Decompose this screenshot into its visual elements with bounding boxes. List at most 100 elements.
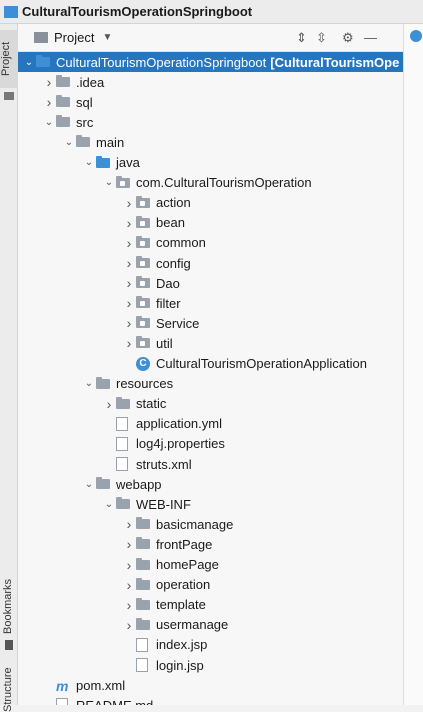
tree-row[interactable]: › Service (18, 313, 403, 333)
tree-row[interactable]: › util (18, 333, 403, 353)
chevron-right-icon[interactable]: › (42, 74, 56, 90)
chevron-right-icon[interactable]: › (122, 315, 136, 331)
chevron-right-icon[interactable]: › (122, 516, 136, 532)
source-folder-icon (96, 155, 112, 170)
tree-item-label: struts.xml (136, 456, 192, 472)
maven-file-icon: m (56, 678, 69, 695)
tool-tab-project[interactable]: Project (0, 30, 18, 88)
tree-row[interactable]: › template (18, 595, 403, 615)
tree-item-label: WEB-INF (136, 496, 191, 512)
tree-row[interactable]: › Dao (18, 273, 403, 293)
chevron-down-icon[interactable]: ▼ (102, 32, 112, 43)
minimize-icon[interactable]: — (364, 30, 377, 45)
tree-row[interactable]: ⌄ WEB-INF (18, 494, 403, 514)
chevron-down-icon[interactable]: ⌄ (82, 479, 96, 490)
tree-row[interactable]: › sql (18, 92, 403, 112)
folder-icon (56, 115, 72, 129)
markdown-file-icon (56, 698, 72, 705)
folder-icon (4, 92, 14, 100)
tree-item-label: com.CulturalTourismOperation (136, 175, 312, 191)
tree-item-label: CulturalTourismOperationSpringboot (56, 54, 267, 70)
jsp-file-icon (136, 658, 152, 672)
tree-row[interactable]: struts.xml (18, 454, 403, 474)
spring-class-icon: C (136, 356, 152, 371)
chevron-right-icon[interactable]: › (122, 536, 136, 552)
folder-icon (136, 557, 152, 572)
tree-row[interactable]: ⌄ src (18, 112, 403, 132)
tree-row[interactable]: ⌄ com.CulturalTourismOperation (18, 173, 403, 193)
folder-icon (136, 597, 152, 612)
project-panel-header: Project ▼ ⇕ ⇳ ⚙ — (18, 24, 403, 52)
chevron-down-icon[interactable]: ⌄ (42, 117, 56, 128)
tree-row[interactable]: › bean (18, 213, 403, 233)
chevron-down-icon[interactable]: ⌄ (22, 57, 36, 68)
chevron-down-icon[interactable]: ⌄ (82, 157, 96, 168)
expand-all-icon[interactable]: ⇕ (296, 30, 307, 46)
chevron-down-icon[interactable]: ⌄ (62, 137, 76, 148)
resources-folder-icon (96, 376, 112, 391)
tree-row[interactable]: › common (18, 233, 403, 253)
tree-item-label: index.jsp (156, 637, 208, 653)
chevron-down-icon[interactable]: ⌄ (102, 177, 116, 188)
folder-icon (76, 135, 92, 149)
tool-tab-bookmarks[interactable]: Bookmarks (2, 564, 14, 634)
package-icon (136, 235, 152, 250)
tree-item-label: resources (116, 376, 174, 392)
tree-row[interactable]: index.jsp (18, 635, 403, 655)
tree-row[interactable]: › static (18, 394, 403, 414)
tree-row[interactable]: login.jsp (18, 655, 403, 675)
chevron-right-icon[interactable]: › (122, 557, 136, 573)
chevron-right-icon[interactable]: › (122, 295, 136, 311)
package-icon (116, 175, 132, 190)
tree-item-label: action (156, 195, 191, 211)
chevron-right-icon[interactable]: › (122, 335, 136, 351)
chevron-right-icon[interactable]: › (122, 597, 136, 613)
tree-item-label: Dao (156, 275, 180, 291)
chevron-right-icon[interactable]: › (42, 94, 56, 110)
tool-tab-structure[interactable]: Structure (2, 652, 14, 712)
chevron-down-icon[interactable]: ⌄ (82, 378, 96, 389)
tree-row[interactable]: README.md (18, 695, 403, 705)
tree-row[interactable]: m pom.xml (18, 675, 403, 695)
tree-row[interactable]: ⌄ CulturalTourismOperationSpringboot [Cult… (18, 52, 403, 72)
gear-icon[interactable]: ⚙ (342, 30, 354, 46)
project-icon (4, 5, 18, 18)
chevron-right-icon[interactable]: › (122, 577, 136, 593)
tree-row[interactable]: › filter (18, 293, 403, 313)
chevron-right-icon[interactable]: › (122, 195, 136, 211)
tree-row[interactable]: › frontPage (18, 534, 403, 554)
chevron-right-icon[interactable]: › (122, 215, 136, 231)
package-icon (136, 296, 152, 310)
folder-icon (96, 477, 112, 491)
tree-row[interactable]: › basicmanage (18, 514, 403, 534)
tree-row[interactable]: › action (18, 193, 403, 213)
tree-row[interactable]: ⌄ resources (18, 374, 403, 394)
project-panel: Project ▼ ⇕ ⇳ ⚙ — ⌄ CulturalTourismOperat… (18, 24, 403, 705)
tree-item-label: main (96, 134, 125, 150)
folder-icon (56, 75, 72, 89)
project-tree: ⌄ CulturalTourismOperationSpringboot [Cult… (18, 52, 403, 705)
tree-row[interactable]: log4j.properties (18, 434, 403, 454)
chevron-right-icon[interactable]: › (122, 617, 136, 633)
chevron-right-icon[interactable]: › (102, 396, 116, 412)
tree-row[interactable]: C CulturalTourismOperationApplication (18, 354, 403, 374)
class-icon[interactable] (410, 30, 422, 42)
left-tool-strip: Project Bookmarks Structure (0, 24, 18, 712)
chevron-right-icon[interactable]: › (122, 275, 136, 291)
chevron-right-icon[interactable]: › (122, 255, 136, 271)
tree-row[interactable]: › config (18, 253, 403, 273)
tree-item-label: java (116, 155, 140, 170)
chevron-right-icon[interactable]: › (122, 235, 136, 251)
tree-row[interactable]: ⌄ java (18, 153, 403, 173)
folder-icon (136, 537, 152, 551)
chevron-down-icon[interactable]: ⌄ (102, 499, 116, 510)
tree-row[interactable]: ⌄ main (18, 132, 403, 152)
tree-row[interactable]: › usermanage (18, 615, 403, 635)
tree-row[interactable]: › operation (18, 575, 403, 595)
tree-row[interactable]: ⌄ webapp (18, 474, 403, 494)
collapse-all-icon[interactable]: ⇳ (316, 30, 327, 46)
tree-row[interactable]: application.yml (18, 414, 403, 434)
tree-row[interactable]: › .idea (18, 72, 403, 92)
tree-row[interactable]: › homePage (18, 555, 403, 575)
panel-title[interactable]: Project (54, 30, 94, 45)
